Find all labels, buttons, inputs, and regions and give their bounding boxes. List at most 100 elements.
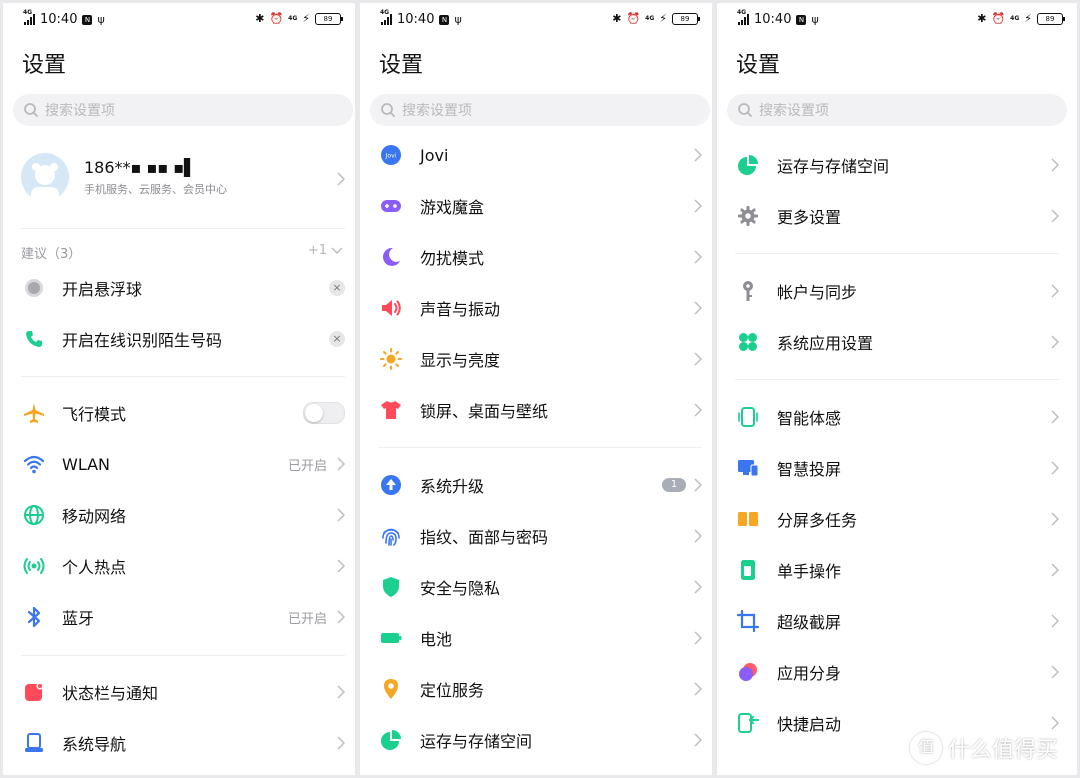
search-input[interactable]: 搜索设置项 <box>727 94 1067 126</box>
row-security-privacy[interactable]: 安全与隐私 <box>360 563 712 611</box>
chevron-right-icon <box>1051 158 1059 172</box>
row-label: 游戏魔盒 <box>420 198 485 217</box>
upgrade-icon <box>380 474 402 496</box>
row-fingerprint-face-password[interactable]: 指纹、面部与密码 <box>360 512 712 560</box>
search-placeholder: 搜索设置项 <box>402 103 472 119</box>
chevron-right-icon <box>694 580 702 594</box>
battery-icon <box>380 627 402 649</box>
gear-icon <box>737 205 759 227</box>
row-smart-motion[interactable]: 智能体感 <box>717 393 1077 441</box>
row-mobile-network[interactable]: 移动网络 <box>3 491 355 539</box>
search-icon <box>24 103 38 117</box>
divider <box>378 447 702 448</box>
row-memory-storage[interactable]: 运存与存储空间 <box>717 141 1077 189</box>
notification-icon <box>23 681 45 703</box>
chevron-right-icon <box>337 610 345 624</box>
row-app-clone[interactable]: 应用分身 <box>717 648 1077 696</box>
alarm-icon: ⏰ <box>626 12 641 25</box>
row-battery[interactable]: 电池 <box>360 614 712 662</box>
notification-app-icon: N <box>796 14 807 25</box>
row-hotspot[interactable]: 个人热点 <box>3 542 355 590</box>
network-type-right: 4G <box>645 15 655 22</box>
update-count-badge: 1 <box>662 478 686 492</box>
row-system-navigation[interactable]: 系统导航 <box>3 719 355 767</box>
row-one-hand-mode[interactable]: 单手操作 <box>717 546 1077 594</box>
watermark-logo: 值 <box>910 732 942 764</box>
account-row[interactable]: 186**▪ ▪▪ ▪▌ 手机服务、云服务、会员中心 <box>3 148 355 210</box>
close-icon[interactable]: × <box>329 280 345 296</box>
row-sound-vibration[interactable]: 声音与振动 <box>360 284 712 332</box>
row-do-not-disturb[interactable]: 勿扰模式 <box>360 233 712 281</box>
row-wlan[interactable]: WLAN 已开启 <box>3 440 355 488</box>
quick-launch-icon <box>737 712 759 734</box>
chevron-right-icon <box>1051 335 1059 349</box>
row-display-brightness[interactable]: 显示与亮度 <box>360 335 712 383</box>
motion-phone-icon <box>737 406 759 428</box>
clock: 10:40 <box>397 12 435 27</box>
row-label: 声音与振动 <box>420 300 501 319</box>
row-status-bar-notifications[interactable]: 状态栏与通知 <box>3 668 355 716</box>
jovi-icon: Jovi <box>380 144 402 166</box>
row-label: 状态栏与通知 <box>62 684 159 703</box>
row-more-settings[interactable]: 更多设置 <box>717 192 1077 240</box>
search-input[interactable]: 搜索设置项 <box>370 94 710 126</box>
row-split-screen[interactable]: 分屏多任务 <box>717 495 1077 543</box>
row-super-screenshot[interactable]: 超级截屏 <box>717 597 1077 645</box>
row-label: 锁屏、桌面与壁纸 <box>420 402 549 421</box>
signal-icon: 4G <box>380 9 392 25</box>
row-system-upgrade[interactable]: 系统升级 1 <box>360 461 712 509</box>
row-jovi[interactable]: Jovi Jovi <box>360 131 712 179</box>
phone-icon <box>23 328 45 350</box>
chevron-right-icon <box>694 301 702 315</box>
chevron-right-icon <box>694 199 702 213</box>
row-location-services[interactable]: 定位服务 <box>360 665 712 713</box>
divider <box>21 228 345 229</box>
row-account-sync[interactable]: 帐户与同步 <box>717 267 1077 315</box>
suggestions-more-count: +1 <box>307 243 327 258</box>
charging-icon: ⚡ <box>1024 12 1032 25</box>
chevron-down-icon <box>331 246 343 254</box>
status-bar: 4G 10:40 N ψ ✱ ⏰ 4G ⚡ 89 <box>360 9 712 31</box>
row-label: 快捷启动 <box>777 715 842 734</box>
chevron-right-icon <box>694 403 702 417</box>
row-label: 超级截屏 <box>777 613 842 632</box>
row-screen-cast[interactable]: 智慧投屏 <box>717 444 1077 492</box>
row-system-app-settings[interactable]: 系统应用设置 <box>717 318 1077 366</box>
chevron-right-icon <box>337 559 345 573</box>
network-type: 4G <box>380 9 390 16</box>
row-label: 系统导航 <box>62 735 127 754</box>
shield-icon <box>380 576 402 598</box>
chevron-right-icon <box>694 733 702 747</box>
search-input[interactable]: 搜索设置项 <box>13 94 353 126</box>
navigation-icon <box>23 732 45 754</box>
search-icon <box>381 103 395 117</box>
divider <box>21 655 345 656</box>
suggestion-floating-ball[interactable]: 开启悬浮球 × <box>3 264 355 312</box>
chevron-right-icon <box>694 352 702 366</box>
row-airplane-mode[interactable]: 飞行模式 <box>3 389 355 437</box>
settings-screen-3: 4G 10:40 N ψ ✱ ⏰ 4G ⚡ 89 设置 搜索设置项 运存与存储空… <box>717 3 1077 775</box>
storage-pie-icon <box>737 154 759 176</box>
chevron-right-icon <box>1051 461 1059 475</box>
suggestions-expand[interactable]: +1 <box>308 243 343 258</box>
avatar-icon <box>21 153 69 201</box>
chevron-right-icon <box>1051 512 1059 526</box>
row-label: 飞行模式 <box>62 405 127 424</box>
airplane-mode-toggle[interactable] <box>303 402 345 424</box>
row-bluetooth[interactable]: 蓝牙 已开启 <box>3 593 355 641</box>
close-icon[interactable]: × <box>329 331 345 347</box>
network-type: 4G <box>23 9 33 16</box>
row-label: 帐户与同步 <box>777 283 858 302</box>
chevron-right-icon <box>1051 563 1059 577</box>
row-label: 指纹、面部与密码 <box>420 528 549 547</box>
row-game-box[interactable]: 游戏魔盒 <box>360 182 712 230</box>
row-memory-storage[interactable]: 运存与存储空间 <box>360 716 712 764</box>
row-lockscreen-wallpaper[interactable]: 锁屏、桌面与壁纸 <box>360 386 712 434</box>
chevron-right-icon <box>337 172 345 186</box>
row-label: WLAN <box>62 454 111 474</box>
chevron-right-icon <box>1051 209 1059 223</box>
clock: 10:40 <box>40 12 78 27</box>
chevron-right-icon <box>1051 614 1059 628</box>
suggestion-caller-id[interactable]: 开启在线识别陌生号码 × <box>3 315 355 363</box>
row-label: 运存与存储空间 <box>420 732 533 751</box>
